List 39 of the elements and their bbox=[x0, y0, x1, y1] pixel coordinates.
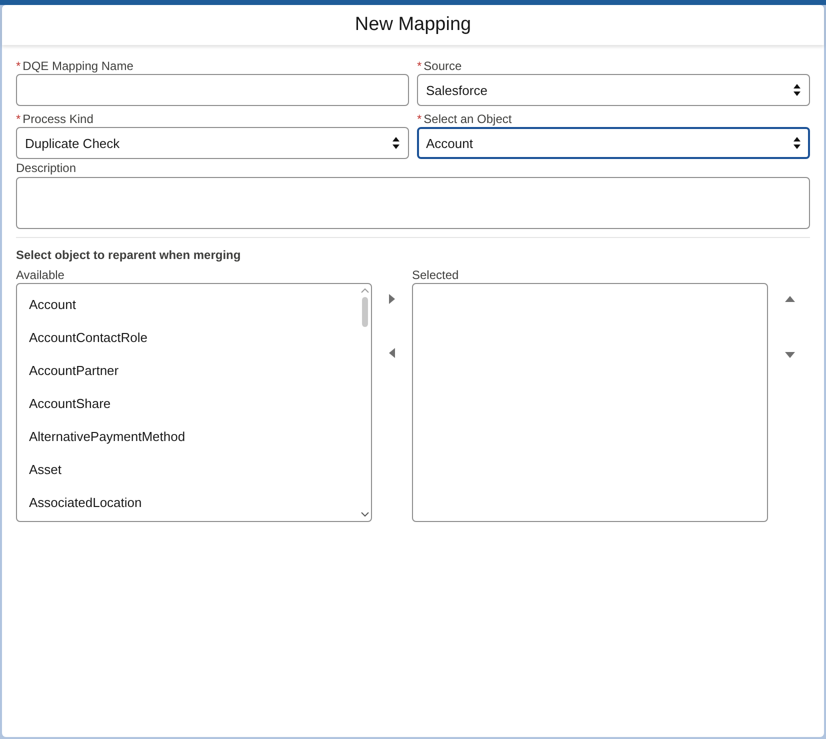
field-label: Source bbox=[424, 58, 462, 72]
select-field[interactable]: Account bbox=[417, 127, 810, 159]
input-field[interactable] bbox=[16, 74, 409, 106]
list-option[interactable]: AssociatedLocation bbox=[17, 486, 360, 519]
list-option[interactable]: Asset bbox=[17, 453, 360, 486]
triangle-right-icon bbox=[389, 294, 396, 304]
field-label: DQE Mapping Name bbox=[22, 58, 134, 72]
field-label: Process Kind bbox=[22, 112, 94, 126]
list-option[interactable]: AccountShare bbox=[17, 387, 360, 420]
list-label: Selected bbox=[412, 268, 459, 282]
modal-title: New Mapping bbox=[354, 14, 472, 36]
move-left-button[interactable] bbox=[387, 346, 398, 360]
required-mark: * bbox=[417, 112, 422, 126]
list-option[interactable]: AccountPartner bbox=[17, 354, 360, 387]
triangle-down-icon bbox=[785, 352, 796, 358]
move-up-button[interactable] bbox=[783, 294, 798, 304]
required-mark: * bbox=[16, 58, 21, 72]
triangle-left-icon bbox=[389, 348, 396, 358]
textarea-field[interactable] bbox=[16, 177, 810, 229]
select-field[interactable]: Duplicate Check bbox=[16, 127, 409, 159]
required-mark: * bbox=[417, 58, 422, 72]
chevron-down-icon bbox=[361, 512, 370, 517]
select-field[interactable]: Salesforce bbox=[417, 74, 810, 106]
sort-arrows-icon bbox=[793, 83, 801, 97]
required-mark: * bbox=[16, 112, 21, 126]
field-label: Description bbox=[16, 160, 76, 174]
sort-arrows-icon bbox=[793, 136, 801, 150]
scrollbar-thumb[interactable] bbox=[362, 297, 368, 327]
list-option[interactable]: AlternativePaymentMethod bbox=[17, 420, 360, 453]
list-option[interactable]: Account bbox=[17, 288, 360, 321]
list-option[interactable]: AccountContactRole bbox=[17, 321, 360, 354]
move-right-button[interactable] bbox=[387, 292, 398, 306]
sort-arrows-icon bbox=[392, 136, 400, 150]
section-title: Select object to reparent when merging bbox=[16, 248, 242, 262]
field-label: Select an Object bbox=[424, 112, 512, 126]
chevron-up-icon bbox=[361, 288, 370, 293]
triangle-up-icon bbox=[785, 296, 796, 302]
move-down-button[interactable] bbox=[783, 350, 798, 360]
list-label: Available bbox=[16, 268, 64, 282]
